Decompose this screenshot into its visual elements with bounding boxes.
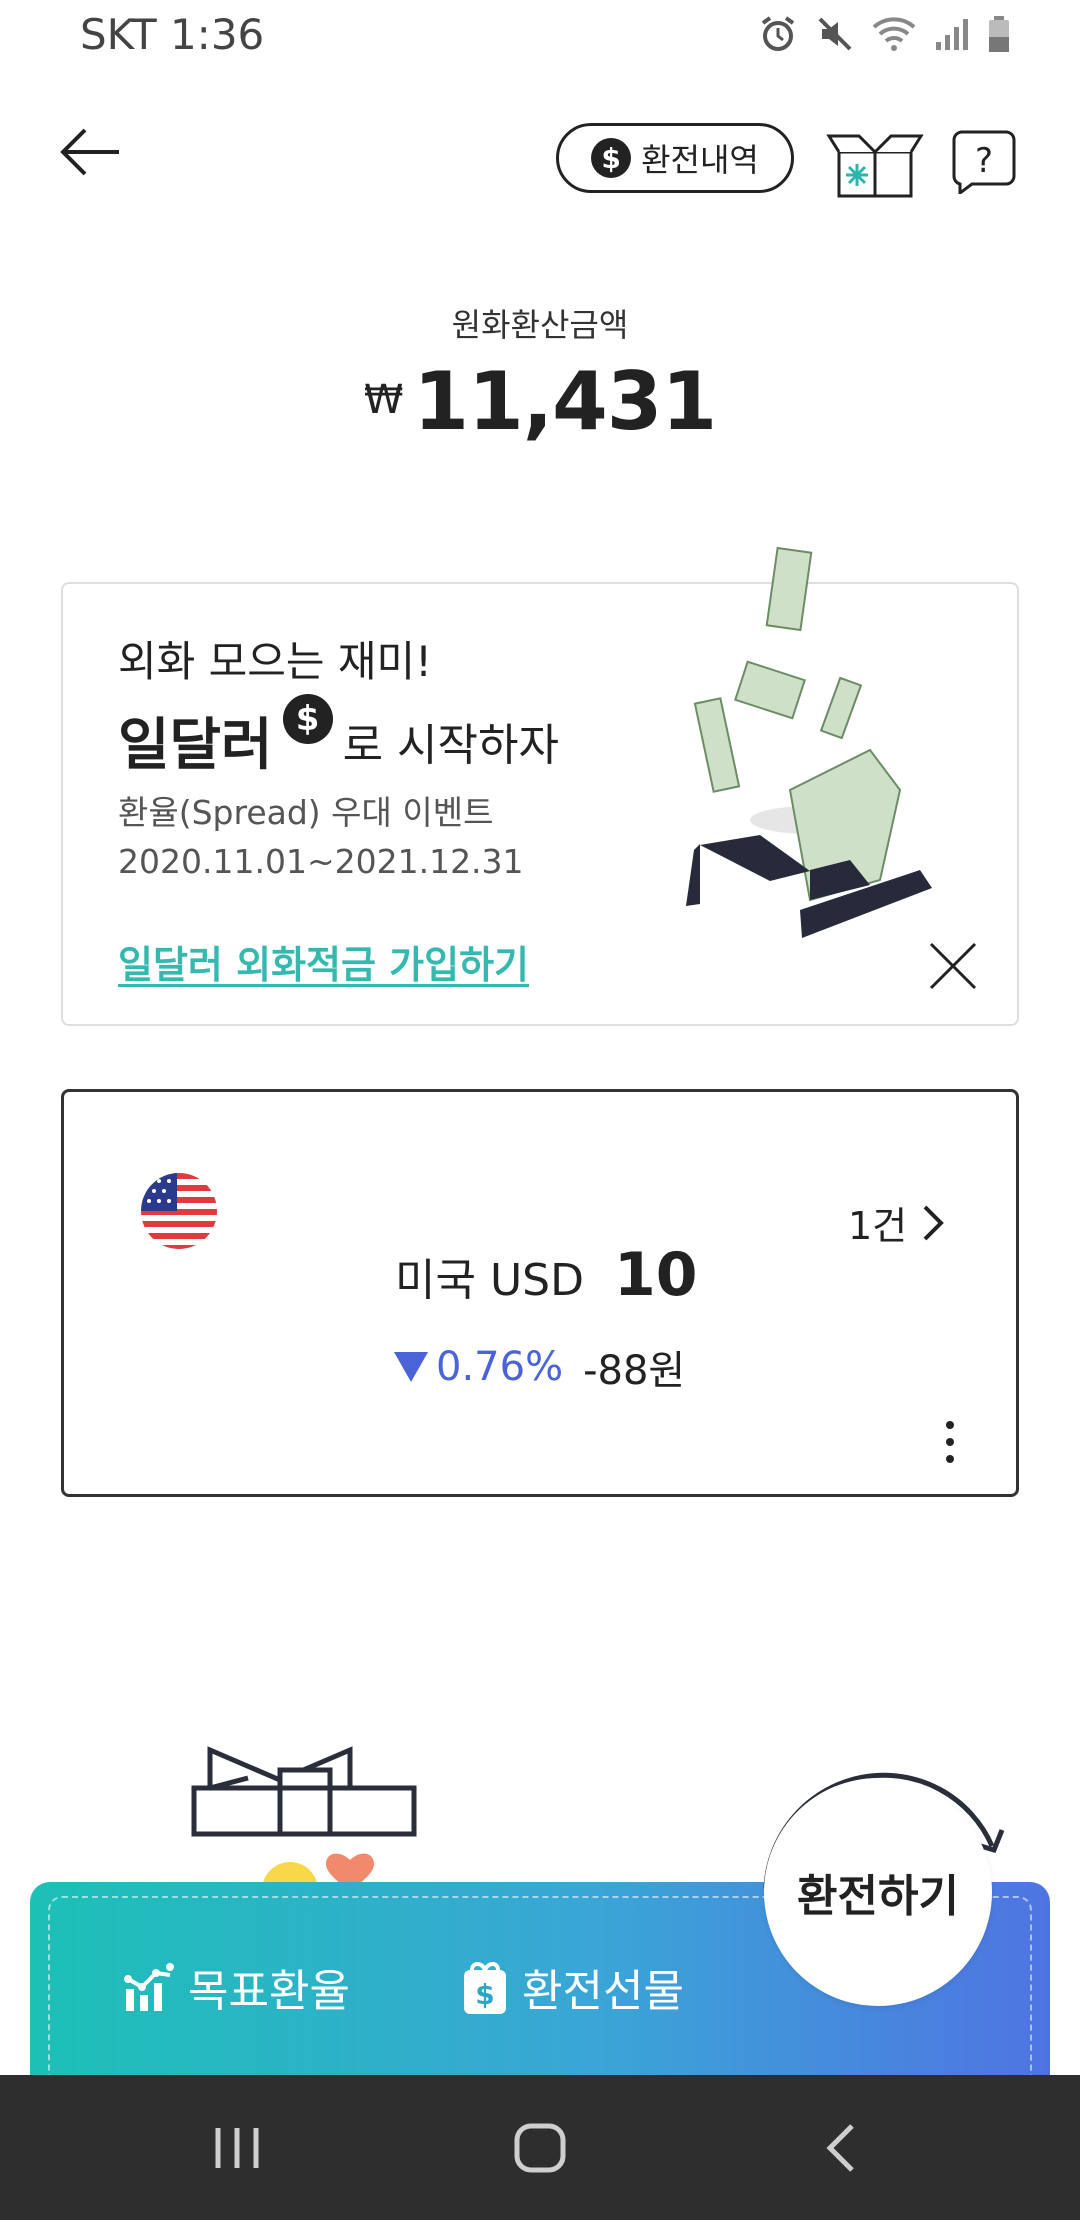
battery-icon — [989, 16, 1009, 52]
mute-icon — [818, 17, 852, 51]
chevron-right-icon — [923, 1205, 944, 1240]
home-button[interactable] — [505, 2118, 575, 2178]
rate-change: 0.76% -88원 — [392, 1338, 685, 1396]
currency-symbol: ₩ — [363, 377, 404, 423]
rate-change-percent: 0.76% — [392, 1344, 563, 1390]
gift-dollar-icon: $ — [464, 1962, 506, 2014]
exchange-button[interactable]: 환전하기 — [764, 1778, 992, 2006]
promo-title-rest: 로 시작하자 — [342, 719, 559, 771]
svg-text:$: $ — [475, 1978, 494, 2011]
promo-description: 환율(Spread) 우대 이벤트 — [118, 793, 494, 832]
alarm-icon — [761, 16, 795, 51]
back-chevron-icon — [826, 2124, 854, 2172]
recent-apps-button[interactable] — [202, 2118, 272, 2178]
signal-icon — [936, 19, 968, 50]
promo-close-button[interactable] — [925, 938, 981, 994]
exchange-gift-button[interactable]: $ 환전선물 — [462, 1955, 684, 2019]
question-icon: ? — [952, 130, 1016, 196]
more-vertical-icon — [946, 1421, 954, 1463]
gift-box-icon[interactable] — [825, 130, 925, 198]
chart-icon — [124, 1963, 174, 2011]
status-icons — [758, 14, 1010, 54]
exchange-history-button[interactable]: $ 환전내역 — [556, 123, 794, 193]
target-rate-button[interactable]: 목표환율 — [122, 1955, 350, 2019]
arrow-left-icon — [60, 128, 119, 176]
exchange-gift-label: 환전선물 — [522, 1966, 684, 2017]
krw-amount: ₩11,431 — [0, 355, 1080, 448]
wifi-icon — [872, 17, 916, 51]
amount-value: 11,431 — [413, 355, 717, 448]
help-button[interactable]: ? — [950, 128, 1018, 196]
rate-change-percent-value: 0.76% — [436, 1344, 564, 1390]
promo-headline: 외화 모으는 재미! — [118, 637, 433, 686]
currency-holding: 미국 USD 10 — [395, 1240, 697, 1310]
nav-back-button[interactable] — [808, 2118, 878, 2178]
promo-signup-link[interactable]: 일달러 외화적금 가입하기 — [118, 934, 529, 989]
dollar-coin-icon: $ — [282, 693, 333, 744]
currency-amount: 10 — [613, 1240, 698, 1310]
currency-name: 미국 USD — [395, 1255, 584, 1306]
recent-apps-icon — [215, 2128, 259, 2168]
promo-title: 일달러 $ 로 시작하자 — [118, 693, 559, 781]
more-options-button[interactable] — [940, 1418, 960, 1466]
target-rate-label: 목표환율 — [188, 1966, 350, 2017]
back-button[interactable] — [55, 122, 125, 182]
dollar-icon: $ — [591, 138, 632, 178]
svg-text:?: ? — [975, 141, 993, 181]
amount-label: 원화환산금액 — [451, 306, 629, 344]
close-icon — [929, 942, 977, 990]
transaction-count: 1건 — [848, 1204, 908, 1248]
home-icon — [514, 2123, 566, 2173]
transaction-count-link[interactable]: 1건 — [848, 1195, 947, 1250]
exchange-history-label: 환전내역 — [641, 141, 759, 179]
promo-brand: 일달러 — [118, 713, 273, 778]
promo-period: 2020.11.01~2021.12.31 — [118, 842, 524, 881]
status-bar: SKT 1:36 — [0, 0, 1080, 72]
gift-illustration — [190, 1740, 440, 1918]
rate-change-won: -88원 — [583, 1348, 686, 1394]
status-carrier-time: SKT 1:36 — [80, 10, 265, 59]
down-triangle-icon — [394, 1352, 428, 1382]
money-illustration — [680, 540, 960, 980]
exchange-button-label: 환전하기 — [797, 1871, 959, 1922]
us-flag-icon — [141, 1173, 217, 1249]
